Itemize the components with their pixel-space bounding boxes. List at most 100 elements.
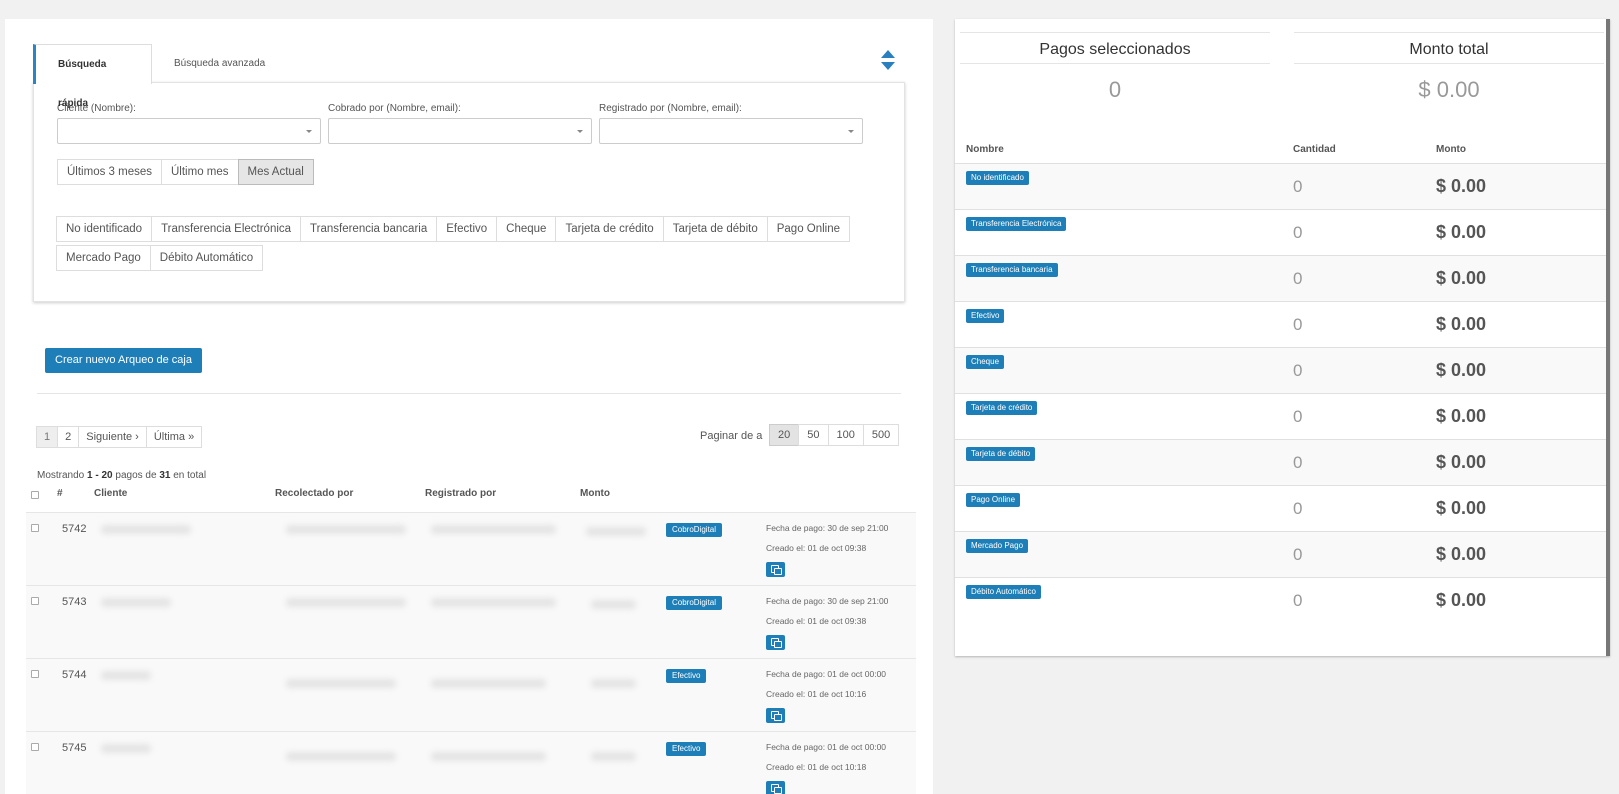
col-header-amount[interactable]: Monto [580,488,610,499]
method-qty: 0 [1293,591,1303,610]
method-badge: Débito Automático [966,585,1041,599]
client-select[interactable] [57,118,321,144]
period-last-3-months[interactable]: Últimos 3 meses [57,159,162,185]
col-header-registered-by[interactable]: Registrado por [425,488,496,499]
method-amount: $ 0.00 [1436,314,1487,334]
period-current-month[interactable]: Mes Actual [237,159,314,185]
per-page-50[interactable]: 50 [798,424,829,446]
col-header-client[interactable]: Cliente [94,488,127,499]
method-badge: Tarjeta de crédito [966,401,1038,415]
payment-method-badge: Efectivo [666,669,707,683]
chevron-down-icon [577,130,583,133]
col-header-collected-by[interactable]: Recolectado por [275,488,353,499]
table-row[interactable]: 5743 CobroDigital Fecha de pago: 30 de s… [26,585,916,658]
method-pago-online[interactable]: Pago Online [766,216,851,242]
search-tabs: Búsqueda rápida Búsqueda avanzada [33,44,903,109]
summary-panel: Pagos seleccionados 0 Monto total $ 0.00… [955,19,1610,656]
payments-panel: Búsqueda rápida Búsqueda avanzada Client… [5,19,933,794]
method-efectivo[interactable]: Efectivo [436,216,498,242]
collected-by-select[interactable] [328,118,592,144]
method-no-identificado[interactable]: No identificado [56,216,153,242]
method-qty: 0 [1293,315,1303,334]
method-debito-automatico[interactable]: Débito Automático [149,245,264,271]
table-row[interactable]: 5742 CobroDigital Fecha de pago: 30 de s… [26,512,916,585]
registered-by-redacted [431,679,546,688]
method-cheque[interactable]: Cheque [496,216,557,242]
copy-icon[interactable] [766,781,785,794]
create-cash-count-button[interactable]: Crear nuevo Arqueo de caja [45,348,202,373]
table-row[interactable]: 5744 Efectivo Fecha de pago: 01 de oct 0… [26,658,916,731]
row-checkbox[interactable] [31,524,39,532]
method-badge: No identificado [966,171,1029,185]
method-qty: 0 [1293,361,1303,380]
total-amount-box: Monto total $ 0.00 [1294,32,1604,122]
method-summary-row: Pago Online 0 $ 0.00 [955,485,1606,531]
method-amount: $ 0.00 [1436,452,1487,472]
method-amount: $ 0.00 [1436,498,1487,518]
created-date: Creado el: 01 de oct 10:18 [766,762,867,772]
per-page-20[interactable]: 20 [769,424,800,446]
payment-method-badge: CobroDigital [666,596,723,610]
per-page-500[interactable]: 500 [862,424,900,446]
method-transferencia-bancaria[interactable]: Transferencia bancaria [300,216,438,242]
table-row[interactable]: 5745 Efectivo Fecha de pago: 01 de oct 0… [26,731,916,794]
client-name-redacted [101,671,151,680]
row-checkbox[interactable] [31,743,39,751]
tab-quick-search[interactable]: Búsqueda rápida [33,44,152,109]
payment-date: Fecha de pago: 30 de sep 21:00 [766,523,889,533]
copy-icon[interactable] [766,562,785,577]
selected-payments-box: Pagos seleccionados 0 [960,32,1270,122]
period-last-month[interactable]: Último mes [161,159,239,185]
method-badge: Transferencia Electrónica [966,217,1067,231]
created-date: Creado el: 01 de oct 09:38 [766,616,867,626]
method-tarjeta-credito[interactable]: Tarjeta de crédito [555,216,664,242]
copy-icon[interactable] [766,635,785,650]
row-checkbox[interactable] [31,597,39,605]
payment-method-filter-row1: No identificado Transferencia Electrónic… [56,216,851,242]
row-id: 5742 [62,523,87,535]
col-header-id[interactable]: # [57,488,63,499]
copy-icon[interactable] [766,708,785,723]
method-amount: $ 0.00 [1436,360,1487,380]
method-mercado-pago[interactable]: Mercado Pago [56,245,151,271]
scrollbar[interactable] [1606,19,1610,656]
amount-redacted [591,679,636,688]
method-summary-row: Tarjeta de débito 0 $ 0.00 [955,439,1606,485]
per-page-100[interactable]: 100 [827,424,864,446]
method-badge: Transferencia bancaria [966,263,1058,277]
method-tarjeta-debito[interactable]: Tarjeta de débito [662,216,768,242]
method-qty: 0 [1293,499,1303,518]
select-all-checkbox[interactable] [31,491,39,499]
page-1[interactable]: 1 [36,426,59,448]
method-summary-row: Débito Automático 0 $ 0.00 [955,577,1606,623]
page-last[interactable]: Última » [145,426,203,448]
amount-redacted [591,752,636,761]
col-header-name: Nombre [966,144,1004,155]
method-amount: $ 0.00 [1436,268,1487,288]
method-transferencia-electronica[interactable]: Transferencia Electrónica [151,216,302,242]
method-badge: Cheque [966,355,1005,369]
collapse-toggle-icon[interactable] [880,50,896,72]
method-summary-row: Mercado Pago 0 $ 0.00 [955,531,1606,577]
payment-method-badge: CobroDigital [666,523,723,537]
total-amount-title: Monto total [1409,41,1489,58]
method-summary-row: Cheque 0 $ 0.00 [955,347,1606,393]
method-summary-row: Transferencia bancaria 0 $ 0.00 [955,255,1606,301]
method-qty: 0 [1293,223,1303,242]
collected-by-label: Cobrado por (Nombre, email): [328,103,461,114]
tab-advanced-search[interactable]: Búsqueda avanzada [152,44,287,83]
registered-by-select[interactable] [599,118,863,144]
row-id: 5743 [62,596,87,608]
method-summary-row: Tarjeta de crédito 0 $ 0.00 [955,393,1606,439]
results-summary: Mostrando 1 - 20 pagos de 31 en total [37,470,207,481]
row-checkbox[interactable] [31,670,39,678]
method-qty: 0 [1293,407,1303,426]
registered-by-label: Registrado por (Nombre, email): [599,103,742,114]
method-summary-row: Efectivo 0 $ 0.00 [955,301,1606,347]
page-2[interactable]: 2 [57,426,80,448]
page-next[interactable]: Siguiente › [78,426,147,448]
method-qty: 0 [1293,453,1303,472]
chevron-down-icon [306,130,312,133]
client-name-redacted [101,525,191,534]
selected-payments-value: 0 [1108,77,1122,102]
